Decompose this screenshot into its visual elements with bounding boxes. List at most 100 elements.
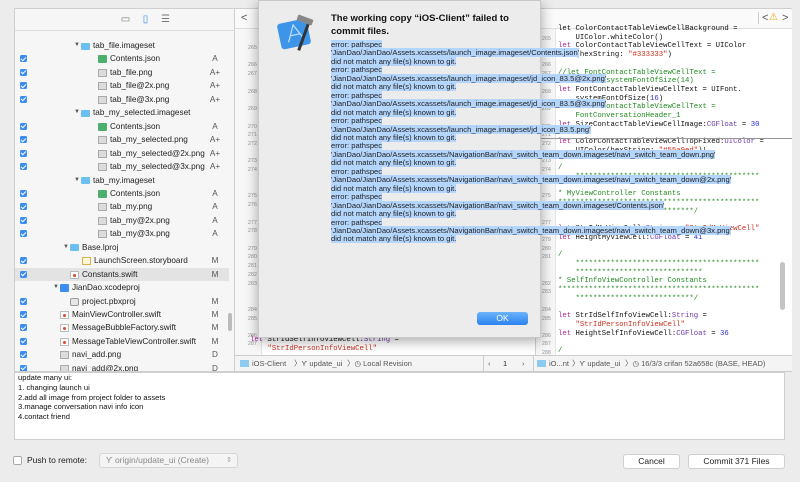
sidebar-scrollbar[interactable] (228, 313, 232, 331)
file-status: A (212, 54, 218, 64)
right-branch-crumb[interactable]: 〉Ƴ update_ui (572, 356, 620, 372)
disclosure-triangle-icon[interactable]: ▼ (63, 241, 69, 254)
back-icon[interactable]: < (241, 12, 247, 24)
next-change-button[interactable]: › (522, 356, 525, 372)
folder-icon[interactable]: ▭ (121, 14, 131, 25)
code-token: * MyViewController Constants (558, 190, 681, 199)
file-row[interactable]: MainViewController.swift M (15, 308, 229, 321)
code-token: / (558, 251, 563, 260)
include-checkbox[interactable] (20, 270, 27, 278)
editor-scrollbar[interactable] (780, 262, 785, 310)
disclosure-triangle-icon[interactable]: ▼ (53, 281, 59, 294)
commit-button[interactable]: Commit 371 Files (688, 454, 785, 469)
include-checkbox[interactable] (20, 82, 27, 90)
folder-file-icon (81, 42, 90, 50)
file-row[interactable]: LaunchScreen.storyboard M (15, 254, 229, 267)
previous-change-button[interactable]: ‹ (483, 356, 491, 372)
include-checkbox[interactable] (20, 136, 27, 144)
file-row[interactable]: tab_my.png A (15, 200, 229, 213)
file-row[interactable]: ▼ JianDao.xcodeproj (15, 281, 229, 294)
file-name: tab_file@3x.png (110, 94, 170, 104)
include-checkbox[interactable] (20, 122, 27, 130)
file-name: navi_add.png (72, 350, 122, 360)
push-to-remote-checkbox[interactable] (13, 456, 22, 465)
forward-icon[interactable]: > (782, 12, 788, 24)
file-row[interactable]: project.pbxproj M (15, 295, 229, 308)
file-row[interactable]: navi_add.png D (15, 348, 229, 361)
file-row[interactable]: MessageBubbleFactory.swift M (15, 321, 229, 334)
file-row[interactable]: Constants.swift M (15, 267, 229, 282)
code-token: let ColorContactTableViewCellBackground … (558, 25, 738, 33)
file-row[interactable]: tab_file.png A+ (15, 66, 229, 79)
dialog-error-message[interactable]: error: pathspec 'JianDao/JianDao/Assets.… (331, 40, 732, 244)
file-status: D (212, 350, 218, 360)
include-checkbox[interactable] (20, 337, 27, 345)
remote-branch-select[interactable]: Ƴ origin/update_ui (Create) ⇳ (99, 453, 238, 468)
clock-icon: ◷ (632, 359, 640, 368)
file-row[interactable]: tab_my_selected@2x.png A+ (15, 147, 229, 160)
file-row[interactable]: tab_my_selected.png A+ (15, 133, 229, 146)
warning-icon[interactable]: ⚠ (769, 12, 778, 23)
file-row[interactable]: ▼ tab_file.imageset (15, 39, 229, 52)
code-line: ***************************** (558, 269, 703, 278)
file-row[interactable]: ▼ tab_my_selected.imageset (15, 106, 229, 119)
file-row[interactable]: MessageTableViewController.swift M (15, 335, 229, 348)
code-line: let HeightMyViewCell:CGFloat = 41 (558, 234, 703, 243)
include-checkbox[interactable] (20, 351, 27, 359)
file-row[interactable]: ▼ Base.lproj (15, 241, 229, 254)
include-checkbox[interactable] (20, 364, 27, 371)
commit-message-field[interactable]: update many ui: 1. changing launch ui 2.… (14, 372, 785, 440)
include-checkbox[interactable] (20, 311, 27, 318)
file-status: A+ (209, 67, 221, 77)
file-row[interactable]: ▼ tab_my.imageset (15, 174, 229, 187)
file-row[interactable]: tab_file@2x.png A+ (15, 79, 229, 92)
folder-file-icon (70, 244, 79, 252)
file-row[interactable]: tab_my@3x.png A (15, 227, 229, 240)
left-repo-crumb[interactable]: iOS-Client (240, 356, 286, 372)
include-checkbox[interactable] (20, 149, 27, 157)
include-checkbox[interactable] (20, 189, 27, 197)
code-token: ****************************************… (558, 259, 760, 268)
file-status: A (212, 121, 218, 131)
include-checkbox[interactable] (20, 230, 27, 238)
png-file-icon (98, 230, 107, 239)
include-checkbox[interactable] (20, 95, 27, 103)
disclosure-triangle-icon[interactable]: ▼ (74, 174, 80, 187)
line-number: 274 (541, 167, 551, 173)
file-row[interactable]: tab_file@3x.png A+ (15, 93, 229, 106)
include-checkbox[interactable] (20, 216, 27, 224)
code-token: let (558, 85, 576, 94)
code-token: StrIdSelfInfoViewCell: (575, 312, 672, 321)
include-checkbox[interactable] (20, 257, 27, 265)
code-token: ***************************/ (558, 294, 699, 303)
disclosure-triangle-icon[interactable]: ▼ (74, 39, 80, 52)
line-number: 281 (541, 254, 551, 260)
disclosure-triangle-icon[interactable]: ▼ (74, 106, 80, 119)
file-row[interactable]: Contents.json A (15, 120, 229, 133)
ok-button[interactable]: OK (477, 312, 528, 325)
right-repo-crumb[interactable]: iO...nt (533, 356, 569, 372)
right-revision-crumb[interactable]: 〉◷ 16/3/3 crifan 52a658c (BASE, HEAD) (625, 356, 765, 372)
include-checkbox[interactable] (20, 68, 27, 76)
file-icon[interactable]: ▯ (141, 14, 151, 25)
swift-file-icon (70, 270, 79, 279)
include-checkbox[interactable] (20, 324, 27, 332)
file-row[interactable]: tab_my_selected@3x.png A+ (15, 160, 229, 173)
file-row[interactable]: tab_my@2x.png A (15, 214, 229, 227)
file-status: A (212, 229, 218, 239)
code-token: 30 (750, 120, 760, 129)
include-checkbox[interactable] (20, 163, 27, 171)
swift-file-icon (60, 324, 69, 333)
include-checkbox[interactable] (20, 297, 27, 305)
list-icon[interactable]: ☰ (161, 14, 171, 25)
left-branch-crumb[interactable]: 〉Ƴ update_ui (294, 356, 342, 372)
back-icon[interactable]: < (758, 12, 768, 24)
cancel-button[interactable]: Cancel (623, 454, 680, 469)
include-checkbox[interactable] (20, 203, 27, 211)
include-checkbox[interactable] (20, 55, 27, 63)
left-revision-crumb[interactable]: 〉◷ Local Revision (347, 356, 412, 372)
file-row[interactable]: navi_add@2x.png D (15, 362, 229, 371)
left-revision: Local Revision (363, 359, 412, 368)
file-row[interactable]: Contents.json A (15, 187, 229, 200)
file-row[interactable]: Contents.json A (15, 52, 229, 65)
